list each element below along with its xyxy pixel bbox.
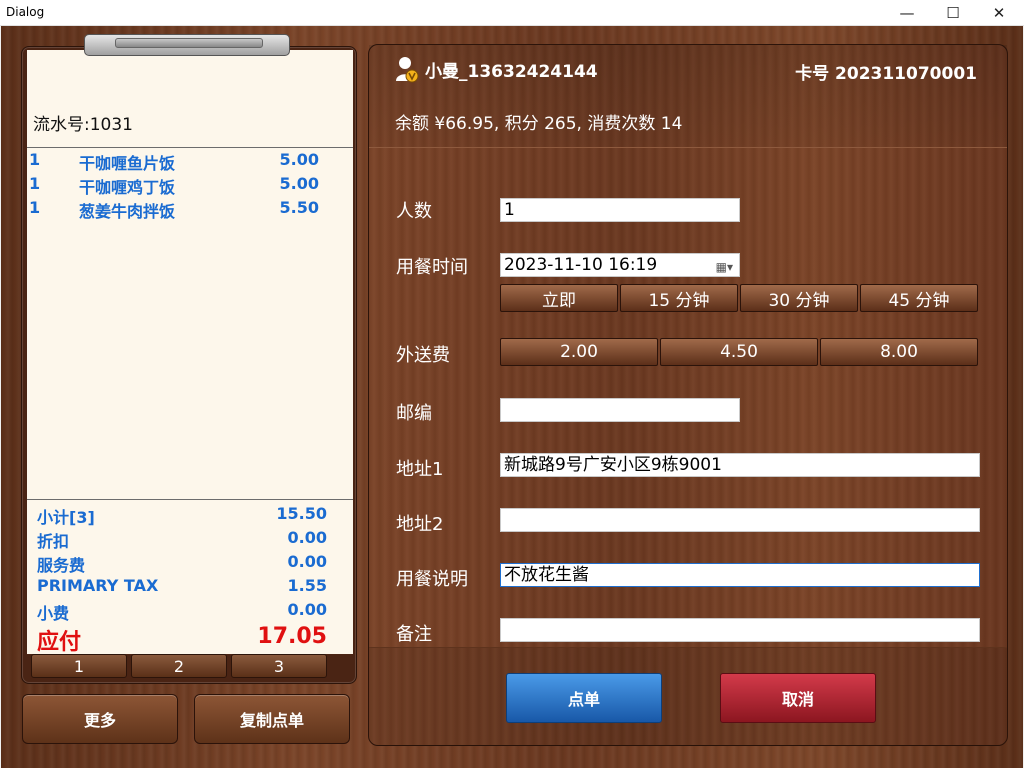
minimize-icon: — [899,4,915,22]
time-45-button[interactable]: 45 分钟 [860,284,978,312]
total-value: 1.55 [287,576,327,595]
copy-order-button[interactable]: 复制点单 [194,694,350,744]
receipt-paper: 流水号:1031 1 干咖喱鱼片饭 5.00 1 干咖喱鸡丁饭 5.00 1 葱… [27,50,353,655]
dialog-client: 流水号:1031 1 干咖喱鱼片饭 5.00 1 干咖喱鸡丁饭 5.00 1 葱… [1,26,1023,768]
receipt-items[interactable]: 1 干咖喱鱼片饭 5.00 1 干咖喱鸡丁饭 5.00 1 葱姜牛肉拌饭 5.5… [27,147,353,500]
total-label: 折扣 [37,532,70,551]
page-button-1[interactable]: 1 [31,654,127,678]
tax-row: PRIMARY TAX 1.55 [37,576,327,600]
order-details-panel: 小曼_13632424144 卡号 202311070001 余额 ¥66.95… [368,44,1008,746]
close-button[interactable]: ✕ [976,0,1022,26]
item-name: 干咖喱鱼片饭 [79,154,176,173]
member-balance: 余额 ¥66.95, 积分 265, 消费次数 14 [395,114,683,134]
tip-row: 小费 0.00 [37,600,327,624]
total-label: 服务费 [37,556,86,575]
service-fee-row: 服务费 0.00 [37,552,327,576]
clipboard-clip [84,34,290,56]
time-15-button[interactable]: 15 分钟 [620,284,738,312]
meal-note-label: 用餐说明 [396,569,468,590]
close-icon: ✕ [992,4,1006,22]
item-price: 5.50 [279,198,319,217]
meal-time-label: 用餐时间 [396,257,468,278]
total-value: 0.00 [287,600,327,619]
list-item[interactable]: 1 葱姜牛肉拌饭 5.50 [27,196,353,221]
people-label: 人数 [396,201,432,222]
action-bar [369,647,1007,746]
item-qty: 1 [29,150,41,169]
item-qty: 1 [29,174,41,193]
delivery-fee-label: 外送费 [396,345,450,366]
time-now-button[interactable]: 立即 [500,284,618,312]
more-button[interactable]: 更多 [22,694,178,744]
address2-input[interactable] [500,508,980,532]
total-label: 小费 [37,604,70,623]
page-selector: 1 2 3 [27,654,353,680]
maximize-button[interactable]: ☐ [930,0,976,26]
total-label: 小计[3] [37,508,95,527]
total-value: 15.50 [276,504,327,523]
member-header: 小曼_13632424144 卡号 202311070001 余额 ¥66.95… [369,45,1007,148]
window-title: Dialog [6,5,45,19]
calendar-dropdown-icon[interactable]: ▦▾ [716,258,733,276]
member-name: 小曼_13632424144 [425,61,598,82]
vip-member-icon [396,57,419,83]
meal-time-value: 2023-11-10 16:19 [504,255,658,275]
cancel-button[interactable]: 取消 [720,673,876,723]
people-input[interactable]: 1 [500,198,740,222]
remark-label: 备注 [396,624,432,645]
list-item[interactable]: 1 干咖喱鱼片饭 5.00 [27,148,353,173]
time-30-button[interactable]: 30 分钟 [740,284,858,312]
meal-time-picker[interactable]: 2023-11-10 16:19 ▦▾ [500,253,740,277]
due-value: 17.05 [257,624,327,649]
zip-label: 邮编 [396,403,432,424]
delivery-fee-button-3[interactable]: 8.00 [820,338,978,366]
serial-number: 流水号:1031 [33,115,133,135]
title-bar: Dialog — ☐ ✕ [0,0,1024,26]
item-name: 葱姜牛肉拌饭 [79,202,176,221]
address2-label: 地址2 [396,514,444,535]
item-price: 5.00 [279,174,319,193]
minimize-button[interactable]: — [884,0,930,26]
maximize-icon: ☐ [946,4,960,22]
page-button-2[interactable]: 2 [131,654,227,678]
address1-input[interactable]: 新城路9号广安小区9栋9001 [500,453,980,477]
zip-input[interactable] [500,398,740,422]
place-order-button[interactable]: 点单 [506,673,662,723]
subtotal-row: 小计[3] 15.50 [37,504,327,528]
total-value: 0.00 [287,552,327,571]
card-number: 卡号 202311070001 [795,64,977,84]
member-info: 小曼_13632424144 [395,54,598,84]
delivery-fee-button-1[interactable]: 2.00 [500,338,658,366]
meal-note-input[interactable]: 不放花生酱 [500,563,980,587]
item-price: 5.00 [279,150,319,169]
address1-label: 地址1 [396,459,444,480]
discount-row: 折扣 0.00 [37,528,327,552]
delivery-fee-button-2[interactable]: 4.50 [660,338,818,366]
remark-input[interactable] [500,618,980,642]
page-button-3[interactable]: 3 [231,654,327,678]
amount-due-row: 应付 17.05 [37,624,327,655]
total-label: PRIMARY TAX [37,576,159,595]
list-item[interactable]: 1 干咖喱鸡丁饭 5.00 [27,172,353,197]
item-qty: 1 [29,198,41,217]
due-label: 应付 [37,630,82,655]
total-value: 0.00 [287,528,327,547]
item-name: 干咖喱鸡丁饭 [79,178,176,197]
